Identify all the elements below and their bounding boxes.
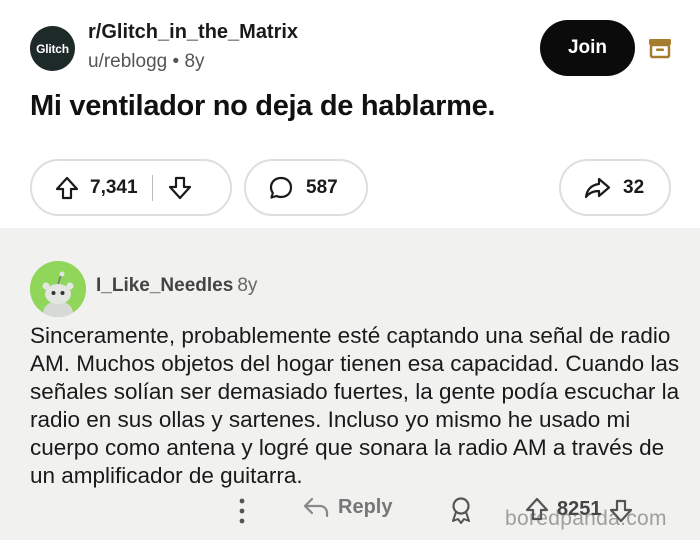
comment-bubble-icon — [269, 176, 293, 199]
comment-age: 8y — [237, 275, 258, 296]
archive-icon[interactable] — [648, 37, 672, 59]
share-icon — [584, 177, 611, 198]
share-count: 32 — [623, 176, 645, 198]
join-button[interactable]: Join — [540, 20, 635, 76]
vote-divider — [151, 174, 153, 201]
upvote-count: 7,341 — [90, 176, 138, 198]
comment-card: I_Like_Needles 8y Sinceramente, probablem… — [0, 228, 700, 540]
reply-arrow-icon — [303, 497, 329, 518]
comment-header: I_Like_Needles 8y — [96, 275, 257, 297]
reply-button[interactable]: Reply — [302, 495, 392, 519]
vote-bar: 7,341 — [30, 159, 232, 216]
comment-body: Sinceramente, probablemente esté captand… — [30, 323, 680, 488]
comment-count: 587 — [306, 176, 338, 198]
post-card: Glitch r/Glitch_in_the_Matrix u/reblogg … — [0, 0, 700, 228]
post-author[interactable]: u/reblogg — [88, 51, 167, 72]
subreddit-name[interactable]: r/Glitch_in_the_Matrix — [88, 21, 298, 44]
comment-username[interactable]: I_Like_Needles — [96, 275, 233, 296]
upvote-icon[interactable] — [54, 175, 80, 201]
more-options-icon[interactable] — [238, 496, 246, 526]
comments-button[interactable]: 587 — [244, 159, 368, 216]
post-meta: u/reblogg • 8y — [88, 51, 205, 73]
reply-label: Reply — [338, 495, 393, 518]
award-icon[interactable] — [448, 496, 474, 524]
post-title[interactable]: Mi ventilador no deja de hablarme. — [30, 90, 495, 123]
meta-separator: • — [172, 51, 185, 72]
share-button[interactable]: 32 — [559, 159, 671, 216]
watermark: boredpanda.com — [505, 507, 667, 530]
user-avatar[interactable] — [30, 261, 86, 317]
downvote-icon[interactable] — [167, 175, 193, 201]
subreddit-avatar[interactable]: Glitch — [30, 26, 75, 71]
post-age: 8y — [184, 51, 205, 72]
snoo-avatar-icon — [30, 261, 86, 317]
